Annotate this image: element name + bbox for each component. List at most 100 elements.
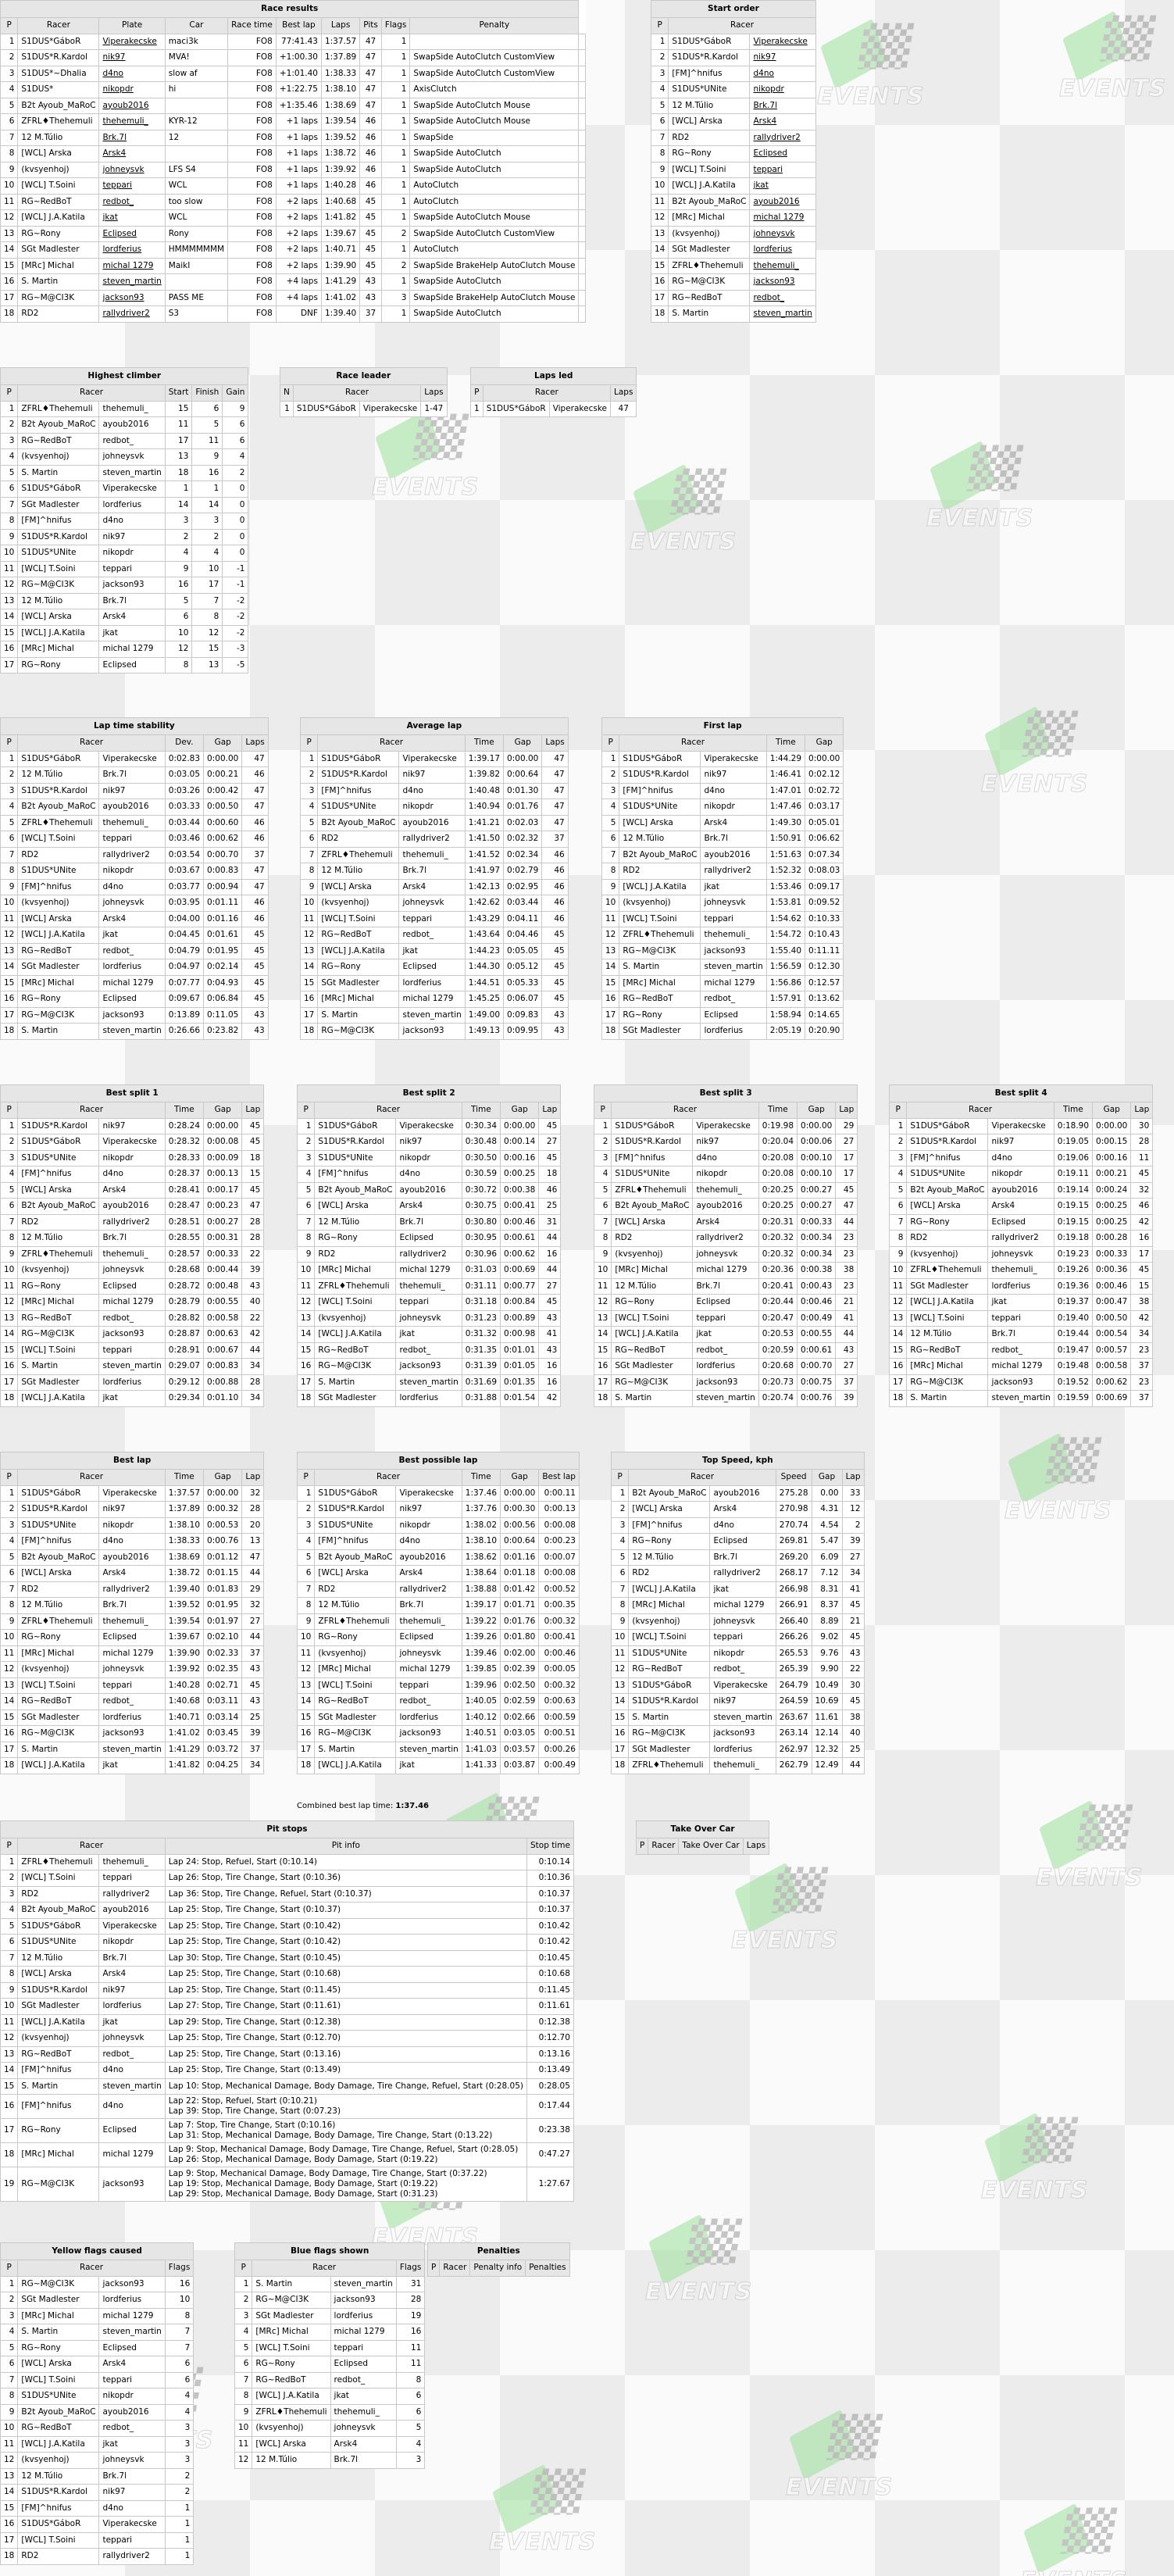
player-link[interactable]: Viperakecske xyxy=(98,33,166,50)
table-cell: AutoClutch xyxy=(409,241,580,259)
table-row: 18 ZFRL♦Thehemuli thehemuli_ 262.79 12.49 44 xyxy=(610,1757,865,1774)
player-link[interactable]: Eclipsed xyxy=(98,225,166,242)
table-cell: steven_martin xyxy=(98,1358,166,1375)
player-link[interactable]: Brk.7l xyxy=(749,97,816,114)
table-cell: steven_martin xyxy=(395,1741,462,1758)
table-row: 2 S1DUS*R.Kardol nik97 0:20.04 0:00.06 27 xyxy=(593,1134,858,1151)
table-cell: 47 xyxy=(241,863,269,880)
table-cell: 28 xyxy=(1130,1134,1154,1151)
table-cell: 0:00.25 xyxy=(1092,1198,1132,1215)
table-cell: 46 xyxy=(541,910,569,927)
player-link[interactable]: jkat xyxy=(749,177,816,195)
column-header: Time xyxy=(1053,1102,1094,1119)
player-link[interactable]: jkat xyxy=(98,209,166,227)
table-row: 8 S1DUS*UNite nikopdr 4 xyxy=(0,2388,194,2405)
player-link[interactable]: d4no xyxy=(749,65,816,82)
table-cell: 0:09.67 xyxy=(164,991,205,1008)
player-link[interactable]: lordferius xyxy=(749,241,816,259)
player-link[interactable]: nik97 xyxy=(98,49,166,66)
player-link[interactable]: rallydriver2 xyxy=(98,305,166,323)
table-cell: [WCL] Arska xyxy=(668,113,751,130)
player-link[interactable]: michal 1279 xyxy=(749,209,816,227)
table-cell: 0:00.47 xyxy=(1092,1294,1132,1311)
table-cell: johneysvk xyxy=(692,1245,759,1263)
player-link[interactable]: redbot_ xyxy=(749,289,816,306)
table-cell: 11 xyxy=(0,2435,19,2453)
table-cell: Lap 30: Stop, Tire Change, Start (0:10.4… xyxy=(164,1949,527,1967)
table-row: 6 [WCL] Arska Arsk4 1:38.72 0:01.15 44 xyxy=(0,1565,265,1582)
table-cell: thehemuli_ xyxy=(98,814,166,831)
player-link[interactable]: teppari xyxy=(749,161,816,178)
table-cell: S. Martin xyxy=(628,1709,711,1726)
table-cell: 46 xyxy=(541,863,569,880)
table-cell: RG~Rony xyxy=(668,145,751,163)
table-cell: S. Martin xyxy=(17,2324,100,2341)
table-cell: S1DUS*R.Kardol xyxy=(906,1134,989,1151)
player-link[interactable]: jackson93 xyxy=(98,289,166,306)
player-link[interactable]: thehemuli_ xyxy=(98,113,166,130)
table-cell: RG~Rony xyxy=(17,1277,100,1295)
player-link[interactable]: nikopdr xyxy=(749,81,816,98)
table-cell: 3 xyxy=(234,2307,253,2324)
column-header: N xyxy=(280,384,294,402)
table-cell: 10 xyxy=(0,545,19,562)
table-row: 14 RG~RedBoT redbot_ 1:40.05 0:02.59 0:00.63 xyxy=(296,1693,580,1710)
table-cell: 9 xyxy=(0,2403,19,2421)
table-cell: 0:10.33 xyxy=(805,910,844,927)
player-link[interactable]: johneysvk xyxy=(749,225,816,242)
player-link[interactable]: lordferius xyxy=(98,241,166,259)
player-link[interactable]: steven_martin xyxy=(98,273,166,291)
table-cell: 0:00.94 xyxy=(203,878,243,895)
table-cell: 0:10.68 xyxy=(526,1966,574,1983)
table-cell: teppari xyxy=(98,1870,166,1887)
player-link[interactable]: jackson93 xyxy=(749,273,816,291)
player-link[interactable]: Arsk4 xyxy=(749,113,816,130)
table-cell: [FM]^hnifus xyxy=(628,1517,711,1534)
player-link[interactable]: johneysvk xyxy=(98,161,166,178)
player-link[interactable]: thehemuli_ xyxy=(749,257,816,274)
table-cell: 0:00.26 xyxy=(538,1741,580,1758)
table-cell: 0:01.12 xyxy=(203,1549,243,1566)
table-cell: 12 xyxy=(650,209,669,227)
table-cell: 1 xyxy=(380,305,411,323)
player-link[interactable]: Viperakecske xyxy=(749,33,816,50)
player-link[interactable]: ayoub2016 xyxy=(98,97,166,114)
player-link[interactable]: teppari xyxy=(98,177,166,195)
table-cell xyxy=(578,81,587,98)
player-link[interactable]: rallydriver2 xyxy=(749,129,816,146)
table-cell: S1DUS*UNite xyxy=(317,799,400,816)
player-link[interactable]: d4no xyxy=(98,65,166,82)
table-cell: 17 xyxy=(1130,1245,1154,1263)
player-link[interactable]: Arsk4 xyxy=(98,145,166,163)
player-link[interactable]: steven_martin xyxy=(749,305,816,323)
table-cell: 8 xyxy=(296,1230,316,1247)
checkered-flag-icon xyxy=(529,2468,587,2515)
table-cell: jackson93 xyxy=(395,1358,462,1375)
table-cell: RG~RedBoT xyxy=(17,193,100,210)
table-cell: S1DUS*R.Kardol xyxy=(314,1501,397,1518)
table-cell: nikopdr xyxy=(98,863,166,880)
player-link[interactable]: nikopdr xyxy=(98,81,166,98)
player-link[interactable]: redbot_ xyxy=(98,193,166,210)
table-cell: 15 xyxy=(191,641,223,658)
table-cell: 0:00.62 xyxy=(203,831,243,848)
table-row: 5 B2t Ayoub_MaRoC ayoub2016 FO8 +1:35.46 1:38… xyxy=(0,97,587,114)
table-cell: FO8 xyxy=(227,177,277,195)
player-link[interactable]: ayoub2016 xyxy=(749,193,816,210)
player-link[interactable]: Eclipsed xyxy=(749,145,816,163)
table-cell: 1 xyxy=(888,1117,908,1134)
player-link[interactable]: Brk.7l xyxy=(98,129,166,146)
column-header: Flags xyxy=(164,2260,194,2277)
table-cell: (kvsyenhoj) xyxy=(906,1245,989,1263)
table-cell: redbot_ xyxy=(398,927,466,944)
table-cell: 12 xyxy=(601,927,620,944)
table-cell: 3 xyxy=(0,2307,19,2324)
table-cell: 7 xyxy=(234,2371,253,2388)
table-cell: [WCL] J.A.Katila xyxy=(317,942,400,959)
table-cell: 9 xyxy=(164,560,193,577)
table-cell: [WCL] J.A.Katila xyxy=(611,1326,694,1343)
player-link[interactable]: michal 1279 xyxy=(98,257,166,274)
player-link[interactable]: nik97 xyxy=(749,49,816,66)
table-cell: 1:37.57 xyxy=(320,33,361,50)
table-cell: jackson93 xyxy=(709,1725,776,1742)
